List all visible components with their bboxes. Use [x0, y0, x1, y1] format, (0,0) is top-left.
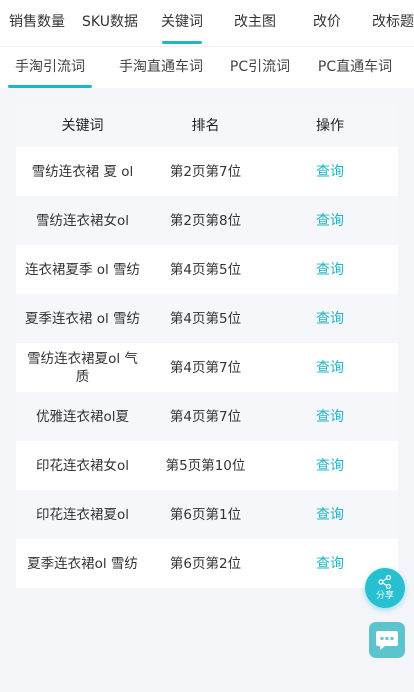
tab-underline-active — [162, 41, 202, 44]
tab-label: 改标题 — [372, 14, 414, 30]
keyword-rank-table: 关键词 排名 操作 雪纺连衣裙 夏 ol 第2页第7位 查询 雪纺连衣裙女ol … — [16, 104, 398, 588]
header-keyword: 关键词 — [61, 117, 104, 134]
subtab-pc-ppc[interactable]: PC直通车词 — [314, 47, 396, 88]
table-row: 雪纺连衣裙夏ol 气质 第4页第7位 查询 — [16, 343, 398, 392]
tab-label: 销售数量 — [9, 14, 65, 30]
subtab-label: 手淘直通车词 — [119, 59, 203, 75]
query-link[interactable]: 查询 — [316, 213, 344, 229]
share-label: 分享 — [375, 591, 394, 601]
share-icon — [378, 575, 392, 589]
header-action: 操作 — [316, 117, 344, 134]
action-cell: 查询 — [262, 163, 398, 181]
subtab-label: PC直通车词 — [317, 59, 393, 75]
rank-cell: 第2页第7位 — [169, 163, 242, 180]
keyword-cell: 连衣裙夏季 ol 雪纺 — [24, 261, 141, 278]
tab-label: 改价 — [313, 14, 341, 30]
table-row: 夏季连衣裙ol 雪纺 第6页第2位 查询 — [16, 539, 398, 588]
tab-label: 改主图 — [234, 14, 276, 30]
rank-cell: 第4页第7位 — [169, 408, 242, 425]
rank-cell: 第4页第5位 — [169, 261, 242, 278]
tab-sales-quantity[interactable]: 销售数量 — [0, 0, 74, 46]
keyword-cell: 夏季连衣裙ol 雪纺 — [27, 555, 138, 572]
subtab-mobile-organic[interactable]: 手淘引流词 — [8, 47, 92, 88]
query-link[interactable]: 查询 — [316, 360, 344, 376]
chat-button[interactable] — [369, 622, 405, 658]
rank-cell: 第6页第1位 — [169, 506, 242, 523]
keyword-cell: 雪纺连衣裙女ol — [35, 212, 129, 229]
table-row: 印花连衣裙夏ol 第6页第1位 查询 — [16, 490, 398, 539]
action-cell: 查询 — [262, 506, 398, 524]
table-header-row: 关键词 排名 操作 — [16, 104, 398, 147]
keyword-cell: 印花连衣裙女ol — [35, 457, 129, 474]
action-cell: 查询 — [262, 457, 398, 475]
query-link[interactable]: 查询 — [316, 507, 344, 523]
sub-tab-bar: 手淘引流词 手淘直通车词 PC引流词 PC直通车词 — [0, 46, 414, 88]
keyword-cell: 雪纺连衣裙 夏 ol — [31, 163, 134, 180]
subtab-label: 手淘引流词 — [15, 59, 85, 75]
keyword-page: 销售数量 SKU数据 关键词 改主图 改价 改标题 手淘引流词 手淘直通车词 P… — [0, 0, 414, 692]
subtab-pc-organic[interactable]: PC引流词 — [225, 47, 295, 88]
action-cell: 查询 — [262, 359, 398, 377]
top-tab-bar: 销售数量 SKU数据 关键词 改主图 改价 改标题 — [0, 0, 414, 46]
subtab-label: PC引流词 — [229, 59, 291, 75]
query-link[interactable]: 查询 — [316, 458, 344, 474]
table-row: 优雅连衣裙ol夏 第4页第7位 查询 — [16, 392, 398, 441]
query-link[interactable]: 查询 — [316, 409, 344, 425]
table-row: 夏季连衣裙 ol 雪纺 第4页第5位 查询 — [16, 294, 398, 343]
subtab-underline-active — [8, 85, 92, 88]
query-link[interactable]: 查询 — [316, 311, 344, 327]
rank-cell: 第4页第7位 — [169, 359, 242, 376]
share-button[interactable]: 分享 — [365, 568, 405, 608]
table-row: 雪纺连衣裙女ol 第2页第8位 查询 — [16, 196, 398, 245]
tab-label: SKU数据 — [82, 14, 138, 30]
subtab-mobile-ppc[interactable]: 手淘直通车词 — [114, 47, 208, 88]
action-cell: 查询 — [262, 408, 398, 426]
query-link[interactable]: 查询 — [316, 262, 344, 278]
header-rank: 排名 — [191, 117, 220, 134]
table-row: 雪纺连衣裙 夏 ol 第2页第7位 查询 — [16, 147, 398, 196]
tab-change-price[interactable]: 改价 — [302, 0, 352, 46]
tab-sku-data[interactable]: SKU数据 — [76, 0, 144, 46]
rank-cell: 第2页第8位 — [169, 212, 242, 229]
table-row: 连衣裙夏季 ol 雪纺 第4页第5位 查询 — [16, 245, 398, 294]
table-row: 印花连衣裙女ol 第5页第10位 查询 — [16, 441, 398, 490]
rank-cell: 第5页第10位 — [165, 457, 246, 474]
action-cell: 查询 — [262, 261, 398, 279]
action-cell: 查询 — [262, 212, 398, 230]
rank-cell: 第4页第5位 — [169, 310, 242, 327]
tab-change-title[interactable]: 改标题 — [372, 0, 414, 46]
action-cell: 查询 — [262, 310, 398, 328]
tab-change-main-image[interactable]: 改主图 — [226, 0, 284, 46]
query-link[interactable]: 查询 — [316, 164, 344, 180]
keyword-cell: 雪纺连衣裙夏ol 气质 — [27, 350, 138, 385]
query-link[interactable]: 查询 — [316, 556, 344, 572]
keyword-cell: 优雅连衣裙ol夏 — [35, 408, 129, 425]
keyword-cell: 印花连衣裙夏ol — [35, 506, 129, 523]
tab-label: 关键词 — [161, 14, 203, 30]
keyword-cell: 夏季连衣裙 ol 雪纺 — [24, 310, 141, 327]
rank-cell: 第6页第2位 — [169, 555, 242, 572]
chat-icon — [376, 631, 398, 650]
tab-keywords[interactable]: 关键词 — [154, 0, 210, 46]
